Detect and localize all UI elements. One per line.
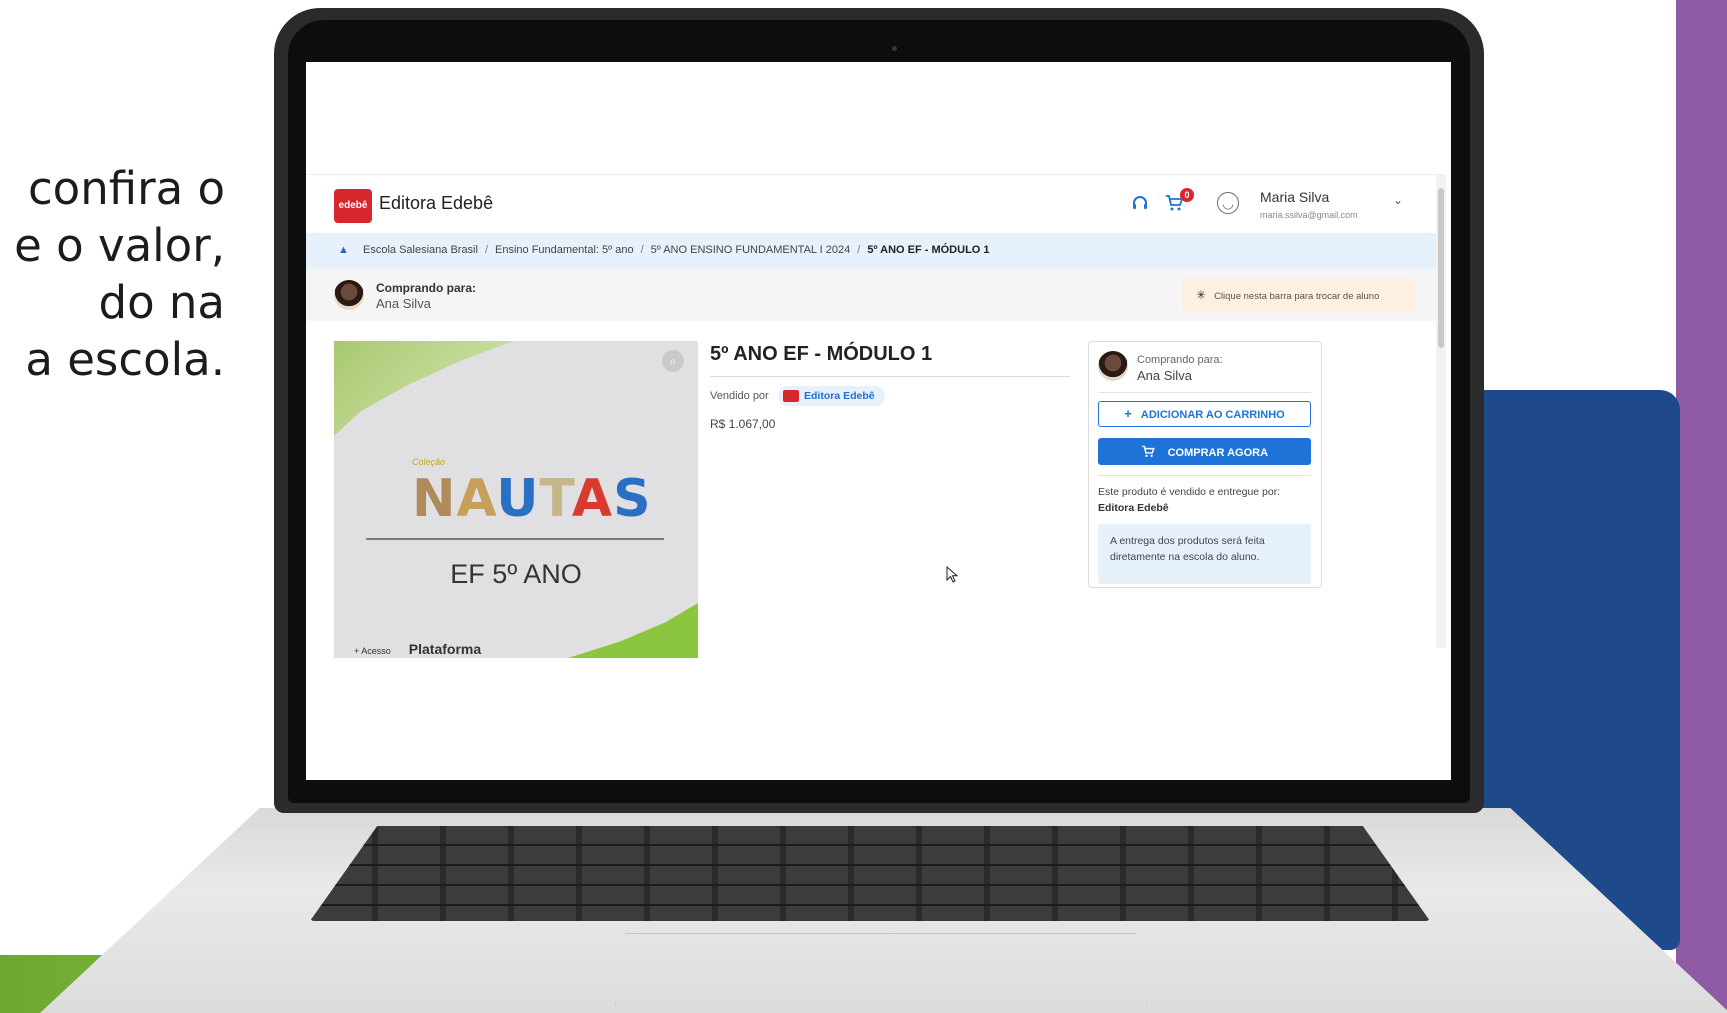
collection-label: Coleção: [412, 457, 446, 467]
brand-letter: T: [539, 469, 572, 529]
breadcrumb-item[interactable]: Ensino Fundamental: 5º ano: [495, 244, 634, 256]
cart-icon[interactable]: 0: [1164, 188, 1194, 214]
camera-dot: [892, 46, 897, 51]
zoom-icon[interactable]: ⌕: [662, 350, 684, 372]
product-price: R$ 1.067,00: [710, 417, 776, 431]
student-avatar: [334, 280, 364, 310]
product-image[interactable]: ⌕ Coleção NAUTAS EF 5º ANO + Acesso Plata…: [334, 341, 698, 658]
brand-name[interactable]: Editora Edebê: [379, 193, 493, 214]
seller-link[interactable]: Editora Edebê: [778, 386, 885, 406]
sold-by-label: Vendido por: [710, 390, 769, 402]
breadcrumb-item[interactable]: Escola Salesiana Brasil: [363, 244, 478, 256]
brand-letter: A: [571, 469, 614, 529]
collection-brand: NAUTAS: [412, 469, 652, 529]
purchase-card: Comprando para: Ana Silva + ADICIONAR AO …: [1088, 341, 1322, 588]
switch-student-label: Clique nesta barra para trocar de aluno: [1214, 291, 1380, 302]
caption-text: confira o e o valor, do na a escola.: [0, 160, 225, 388]
breadcrumb: ▲ Escola Salesiana Brasil / Ensino Fundame…: [306, 233, 1436, 269]
laptop-screen: edebê Editora Edebê 0 ◡ Maria Silva mari…: [306, 62, 1451, 780]
mouse-pointer-icon: [946, 565, 960, 589]
cover-platform-label: Plataforma: [408, 641, 482, 657]
buying-for-bar[interactable]: Comprando para: Ana Silva ✳ Clique nesta …: [306, 269, 1436, 321]
cover-grade: EF 5º ANO: [450, 559, 582, 589]
user-circle-icon[interactable]: ◡: [1217, 192, 1239, 214]
delivery-info-box: A entrega dos produtos será feita direta…: [1098, 524, 1311, 584]
add-to-cart-button[interactable]: + ADICIONAR AO CARRINHO: [1098, 401, 1311, 427]
brand-letter: S: [613, 469, 652, 529]
card-divider: [1098, 392, 1311, 393]
cover-divider: [366, 538, 664, 540]
caption-line: confira o: [27, 162, 225, 215]
laptop-base: [40, 808, 1727, 1013]
caption-line: do na: [98, 276, 226, 329]
buying-for-label: Comprando para:: [376, 281, 477, 295]
user-email: maria.ssilva@gmail.com: [1260, 210, 1358, 220]
caption-line: a escola.: [25, 333, 225, 386]
seller-logo-icon: [783, 390, 799, 403]
brand-letter: U: [496, 469, 540, 529]
cover-platform: + Acesso Plataforma: [354, 641, 481, 657]
card-divider: [1098, 475, 1311, 476]
breadcrumb-current: 5º ANO EF - MÓDULO 1: [867, 244, 990, 256]
product-title: 5º ANO EF - MÓDULO 1: [710, 343, 933, 365]
chevron-down-icon[interactable]: ⌄: [1393, 193, 1403, 207]
cover-torn-paper-bottom: [568, 603, 698, 658]
breadcrumb-separator: /: [857, 244, 861, 256]
buying-for-student: Ana Silva: [1137, 368, 1192, 383]
trackpad: [615, 933, 1147, 1006]
brand-logo[interactable]: edebê: [334, 189, 372, 223]
buy-now-label: COMPRAR AGORA: [1167, 447, 1269, 459]
brand-letter: N: [412, 469, 457, 529]
add-to-cart-label: ADICIONAR AO CARRINHO: [1140, 409, 1285, 421]
title-divider: [710, 376, 1070, 377]
student-avatar: [1098, 351, 1128, 381]
cart-count-badge: 0: [1180, 188, 1194, 202]
breadcrumb-separator: /: [640, 244, 644, 256]
cart-icon: [1141, 444, 1159, 459]
buying-for-student: Ana Silva: [376, 296, 431, 311]
scrollbar-thumb[interactable]: [1438, 188, 1444, 348]
headset-icon[interactable]: [1130, 194, 1150, 214]
user-name[interactable]: Maria Silva: [1260, 189, 1329, 205]
page-scrollbar[interactable]: [1436, 174, 1446, 648]
switch-student-button[interactable]: ✳ Clique nesta barra para trocar de aluno: [1182, 278, 1416, 312]
buy-now-button[interactable]: COMPRAR AGORA: [1098, 438, 1311, 465]
sold-delivered-text: Este produto é vendido e entregue por:: [1098, 486, 1281, 498]
cover-access-label: + Acesso: [354, 646, 391, 656]
loading-icon: ✳: [1196, 288, 1207, 302]
seller-name: Editora Edebê: [804, 390, 875, 402]
plus-icon: +: [1124, 406, 1132, 421]
caption-line: e o valor,: [14, 219, 225, 272]
brand-letter: A: [456, 469, 497, 529]
school-icon[interactable]: ▲: [338, 244, 349, 256]
cover-torn-paper-top: [334, 341, 514, 436]
site-header: edebê Editora Edebê 0 ◡ Maria Silva mari…: [306, 174, 1436, 233]
breadcrumb-item[interactable]: 5º ANO ENSINO FUNDAMENTAL I 2024: [651, 244, 851, 256]
keyboard-rows: [310, 826, 1430, 921]
card-seller-name: Editora Edebê: [1098, 502, 1169, 514]
breadcrumb-separator: /: [484, 244, 489, 256]
buying-for-label: Comprando para:: [1137, 354, 1223, 366]
